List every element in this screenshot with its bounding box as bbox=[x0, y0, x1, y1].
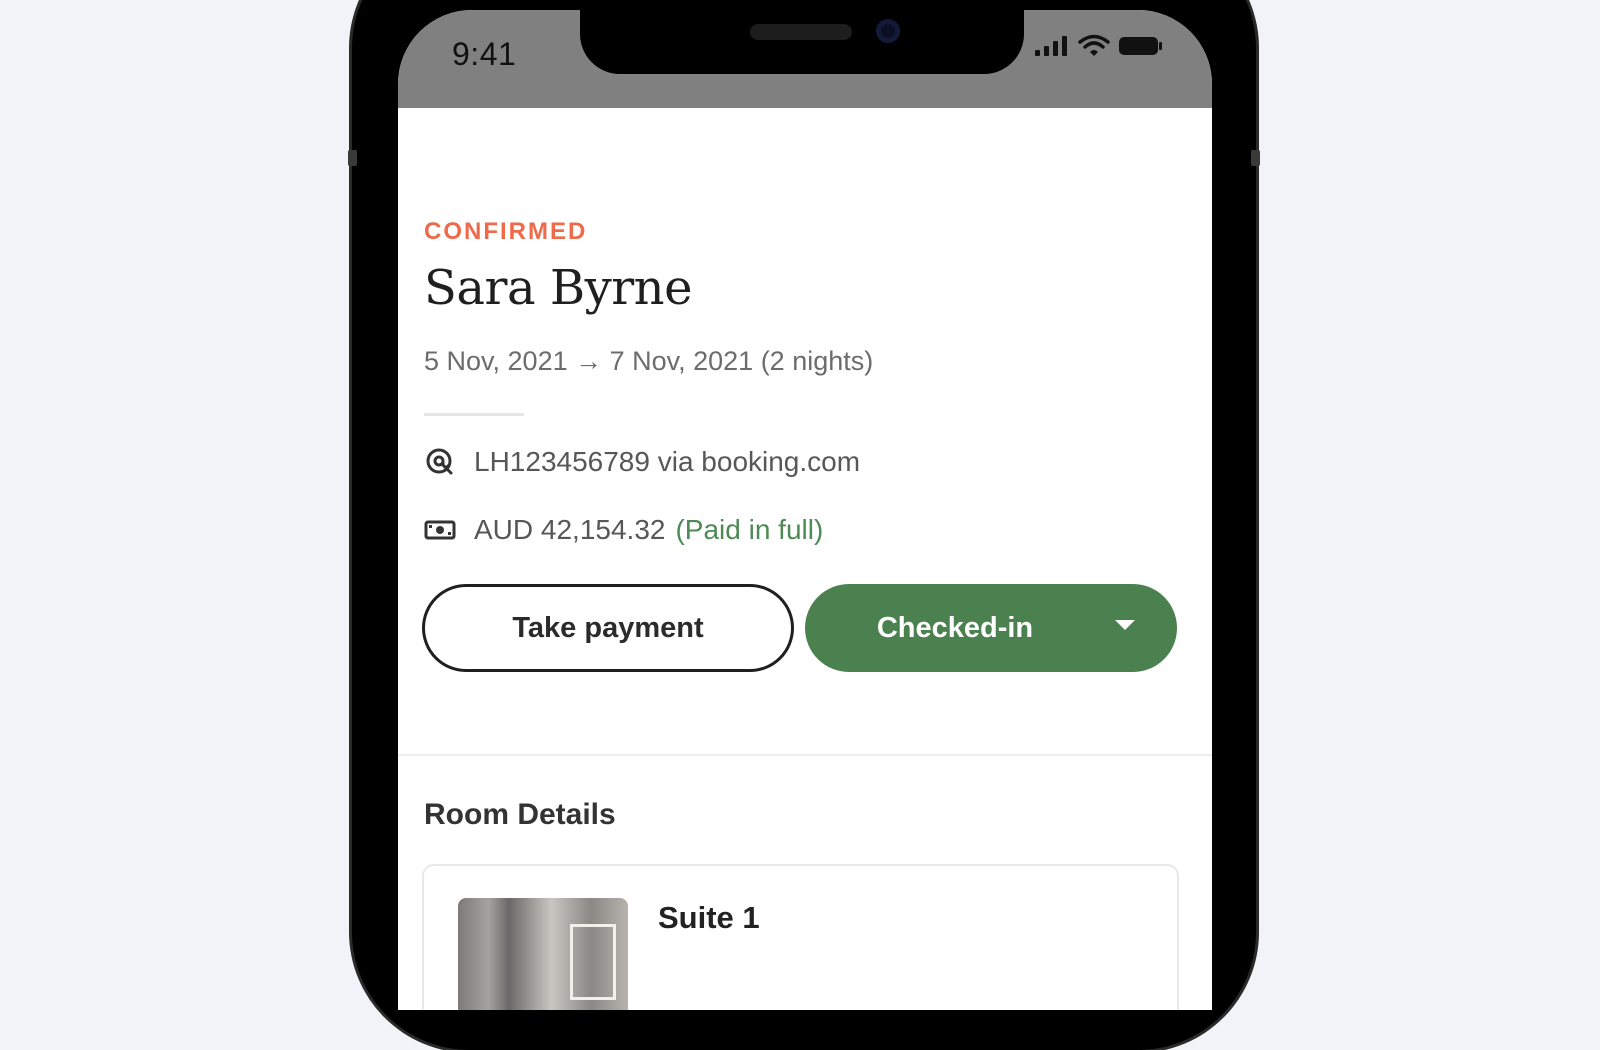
wifi-icon bbox=[1078, 34, 1110, 56]
status-time: 9:41 bbox=[452, 36, 517, 72]
phone-frame: 9:41 CONFIRMED Sara Byrne 5 Nov, 2021 → … bbox=[348, 0, 1260, 1050]
booking-amount-row: AUD 42,154.32 (Paid in full) bbox=[424, 514, 823, 546]
room-details-title: Room Details bbox=[424, 798, 616, 831]
room-name: Suite 1 bbox=[658, 900, 760, 935]
stay-dates: 5 Nov, 2021 → 7 Nov, 2021 (2 nights) bbox=[424, 346, 874, 376]
payment-status: (Paid in full) bbox=[675, 514, 824, 545]
guest-name: Sara Byrne bbox=[424, 260, 692, 316]
room-thumbnail bbox=[458, 898, 628, 1010]
section-divider bbox=[398, 754, 1212, 756]
front-camera bbox=[876, 19, 900, 43]
channel-icon bbox=[424, 446, 456, 478]
room-card[interactable]: Suite 1 bbox=[422, 864, 1179, 1010]
take-payment-button[interactable]: Take payment bbox=[422, 584, 794, 672]
battery-icon bbox=[1119, 37, 1162, 55]
booking-status-label: CONFIRMED bbox=[424, 218, 588, 245]
speaker-grille bbox=[750, 24, 852, 40]
notch bbox=[580, 10, 1024, 74]
booking-reference: LH123456789 via booking.com bbox=[474, 446, 861, 477]
take-payment-label: Take payment bbox=[512, 611, 704, 644]
booking-reference-row: LH123456789 via booking.com bbox=[424, 446, 860, 478]
status-icons bbox=[1034, 34, 1164, 58]
money-icon bbox=[424, 514, 456, 546]
signal-icon bbox=[1035, 36, 1067, 56]
side-button-left bbox=[348, 150, 357, 166]
phone-screen: 9:41 CONFIRMED Sara Byrne 5 Nov, 2021 → … bbox=[398, 10, 1212, 1010]
status-bar: 9:41 bbox=[398, 10, 1212, 108]
short-divider bbox=[424, 413, 524, 416]
side-button-right bbox=[1251, 150, 1260, 166]
booking-amount: AUD 42,154.32 bbox=[474, 514, 666, 545]
chevron-down-icon bbox=[1115, 620, 1135, 630]
checkin-status-dropdown[interactable]: Checked-in bbox=[805, 584, 1177, 672]
checkin-status-label: Checked-in bbox=[876, 611, 1034, 644]
